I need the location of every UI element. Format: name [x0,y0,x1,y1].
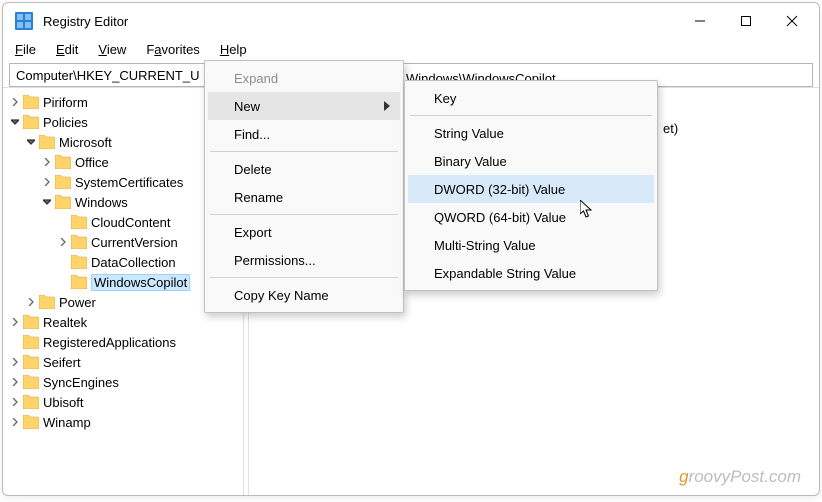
menu-bar: File Edit View Favorites Help [3,39,819,59]
cm-copy-key-name[interactable]: Copy Key Name [208,281,400,309]
chevron-right-icon[interactable] [9,396,21,408]
tree-node-label: Winamp [43,415,91,430]
tree-node-label: DataCollection [91,255,176,270]
cm-expand: Expand [208,64,400,92]
folder-icon [71,275,87,289]
folder-icon [23,415,39,429]
cm-new-dword[interactable]: DWORD (32-bit) Value [408,175,654,203]
folder-icon [23,315,39,329]
chevron-down-icon[interactable] [9,116,21,128]
tree-node-label: Windows [75,195,128,210]
tree-node[interactable]: Seifert [3,352,243,372]
context-menu-new: Key String Value Binary Value DWORD (32-… [404,80,658,291]
context-menu-main: Expand New Find... Delete Rename Export … [204,60,404,313]
tree-node[interactable]: RegisteredApplications [3,332,243,352]
chevron-down-icon[interactable] [41,196,53,208]
menu-view[interactable]: View [88,40,136,59]
cm-new-key[interactable]: Key [408,84,654,112]
folder-icon [23,395,39,409]
tree-node[interactable]: SyncEngines [3,372,243,392]
folder-icon [23,95,39,109]
tree-node-label: SyncEngines [43,375,119,390]
folder-icon [39,135,55,149]
tree-node-label: Microsoft [59,135,112,150]
tree-node[interactable]: Realtek [3,312,243,332]
app-window: Registry Editor File Edit View Favorites… [2,2,820,496]
minimize-button[interactable] [677,4,723,38]
tree-node-label: SystemCertificates [75,175,183,190]
value-hint-fragment: et) [663,121,678,136]
cm-export[interactable]: Export [208,218,400,246]
folder-icon [71,215,87,229]
tree-node-label: Power [59,295,96,310]
tree-node-label: WindowsCopilot [91,274,190,291]
submenu-arrow-icon [384,99,390,114]
cm-new-string[interactable]: String Value [408,119,654,147]
cursor-icon [580,200,596,225]
folder-icon [55,195,71,209]
tree-node-label: Ubisoft [43,395,83,410]
folder-icon [55,155,71,169]
tree-node-label: Office [75,155,109,170]
chevron-right-icon[interactable] [9,96,21,108]
menu-edit[interactable]: Edit [46,40,88,59]
tree-node[interactable]: Ubisoft [3,392,243,412]
cm-new-qword[interactable]: QWORD (64-bit) Value [408,203,654,231]
regedit-icon [15,12,33,30]
address-path: Computer\HKEY_CURRENT_U [16,68,200,83]
menu-file[interactable]: File [9,40,46,59]
cm-delete[interactable]: Delete [208,155,400,183]
cm-new-multistring[interactable]: Multi-String Value [408,231,654,259]
cm-new-binary[interactable]: Binary Value [408,147,654,175]
chevron-down-icon[interactable] [25,136,37,148]
menu-favorites[interactable]: Favorites [136,40,209,59]
tree-node-label: Piriform [43,95,88,110]
menu-help[interactable]: Help [210,40,257,59]
tree-node-label: Policies [43,115,88,130]
chevron-right-icon[interactable] [9,416,21,428]
window-title: Registry Editor [43,14,128,29]
cm-separator [410,115,652,116]
chevron-right-icon[interactable] [57,236,69,248]
folder-icon [23,355,39,369]
chevron-right-icon[interactable] [9,356,21,368]
folder-icon [23,115,39,129]
tree-node-label: CloudContent [91,215,171,230]
cm-new[interactable]: New [208,92,400,120]
chevron-right-icon[interactable] [25,296,37,308]
maximize-button[interactable] [723,4,769,38]
watermark: groovyPost.com [679,467,801,487]
tree-node-label: CurrentVersion [91,235,178,250]
cm-find[interactable]: Find... [208,120,400,148]
title-bar: Registry Editor [3,3,819,39]
chevron-right-icon[interactable] [41,156,53,168]
cm-separator [210,277,398,278]
folder-icon [39,295,55,309]
folder-icon [23,335,39,349]
chevron-right-icon[interactable] [41,176,53,188]
cm-new-expandstring[interactable]: Expandable String Value [408,259,654,287]
folder-icon [23,375,39,389]
folder-icon [55,175,71,189]
cm-rename[interactable]: Rename [208,183,400,211]
cm-permissions[interactable]: Permissions... [208,246,400,274]
chevron-right-icon[interactable] [9,316,21,328]
tree-node[interactable]: Winamp [3,412,243,432]
cm-separator [210,151,398,152]
tree-node-label: Seifert [43,355,81,370]
chevron-right-icon[interactable] [9,376,21,388]
folder-icon [71,255,87,269]
tree-node-label: Realtek [43,315,87,330]
tree-node-label: RegisteredApplications [43,335,176,350]
close-button[interactable] [769,4,815,38]
folder-icon [71,235,87,249]
cm-separator [210,214,398,215]
